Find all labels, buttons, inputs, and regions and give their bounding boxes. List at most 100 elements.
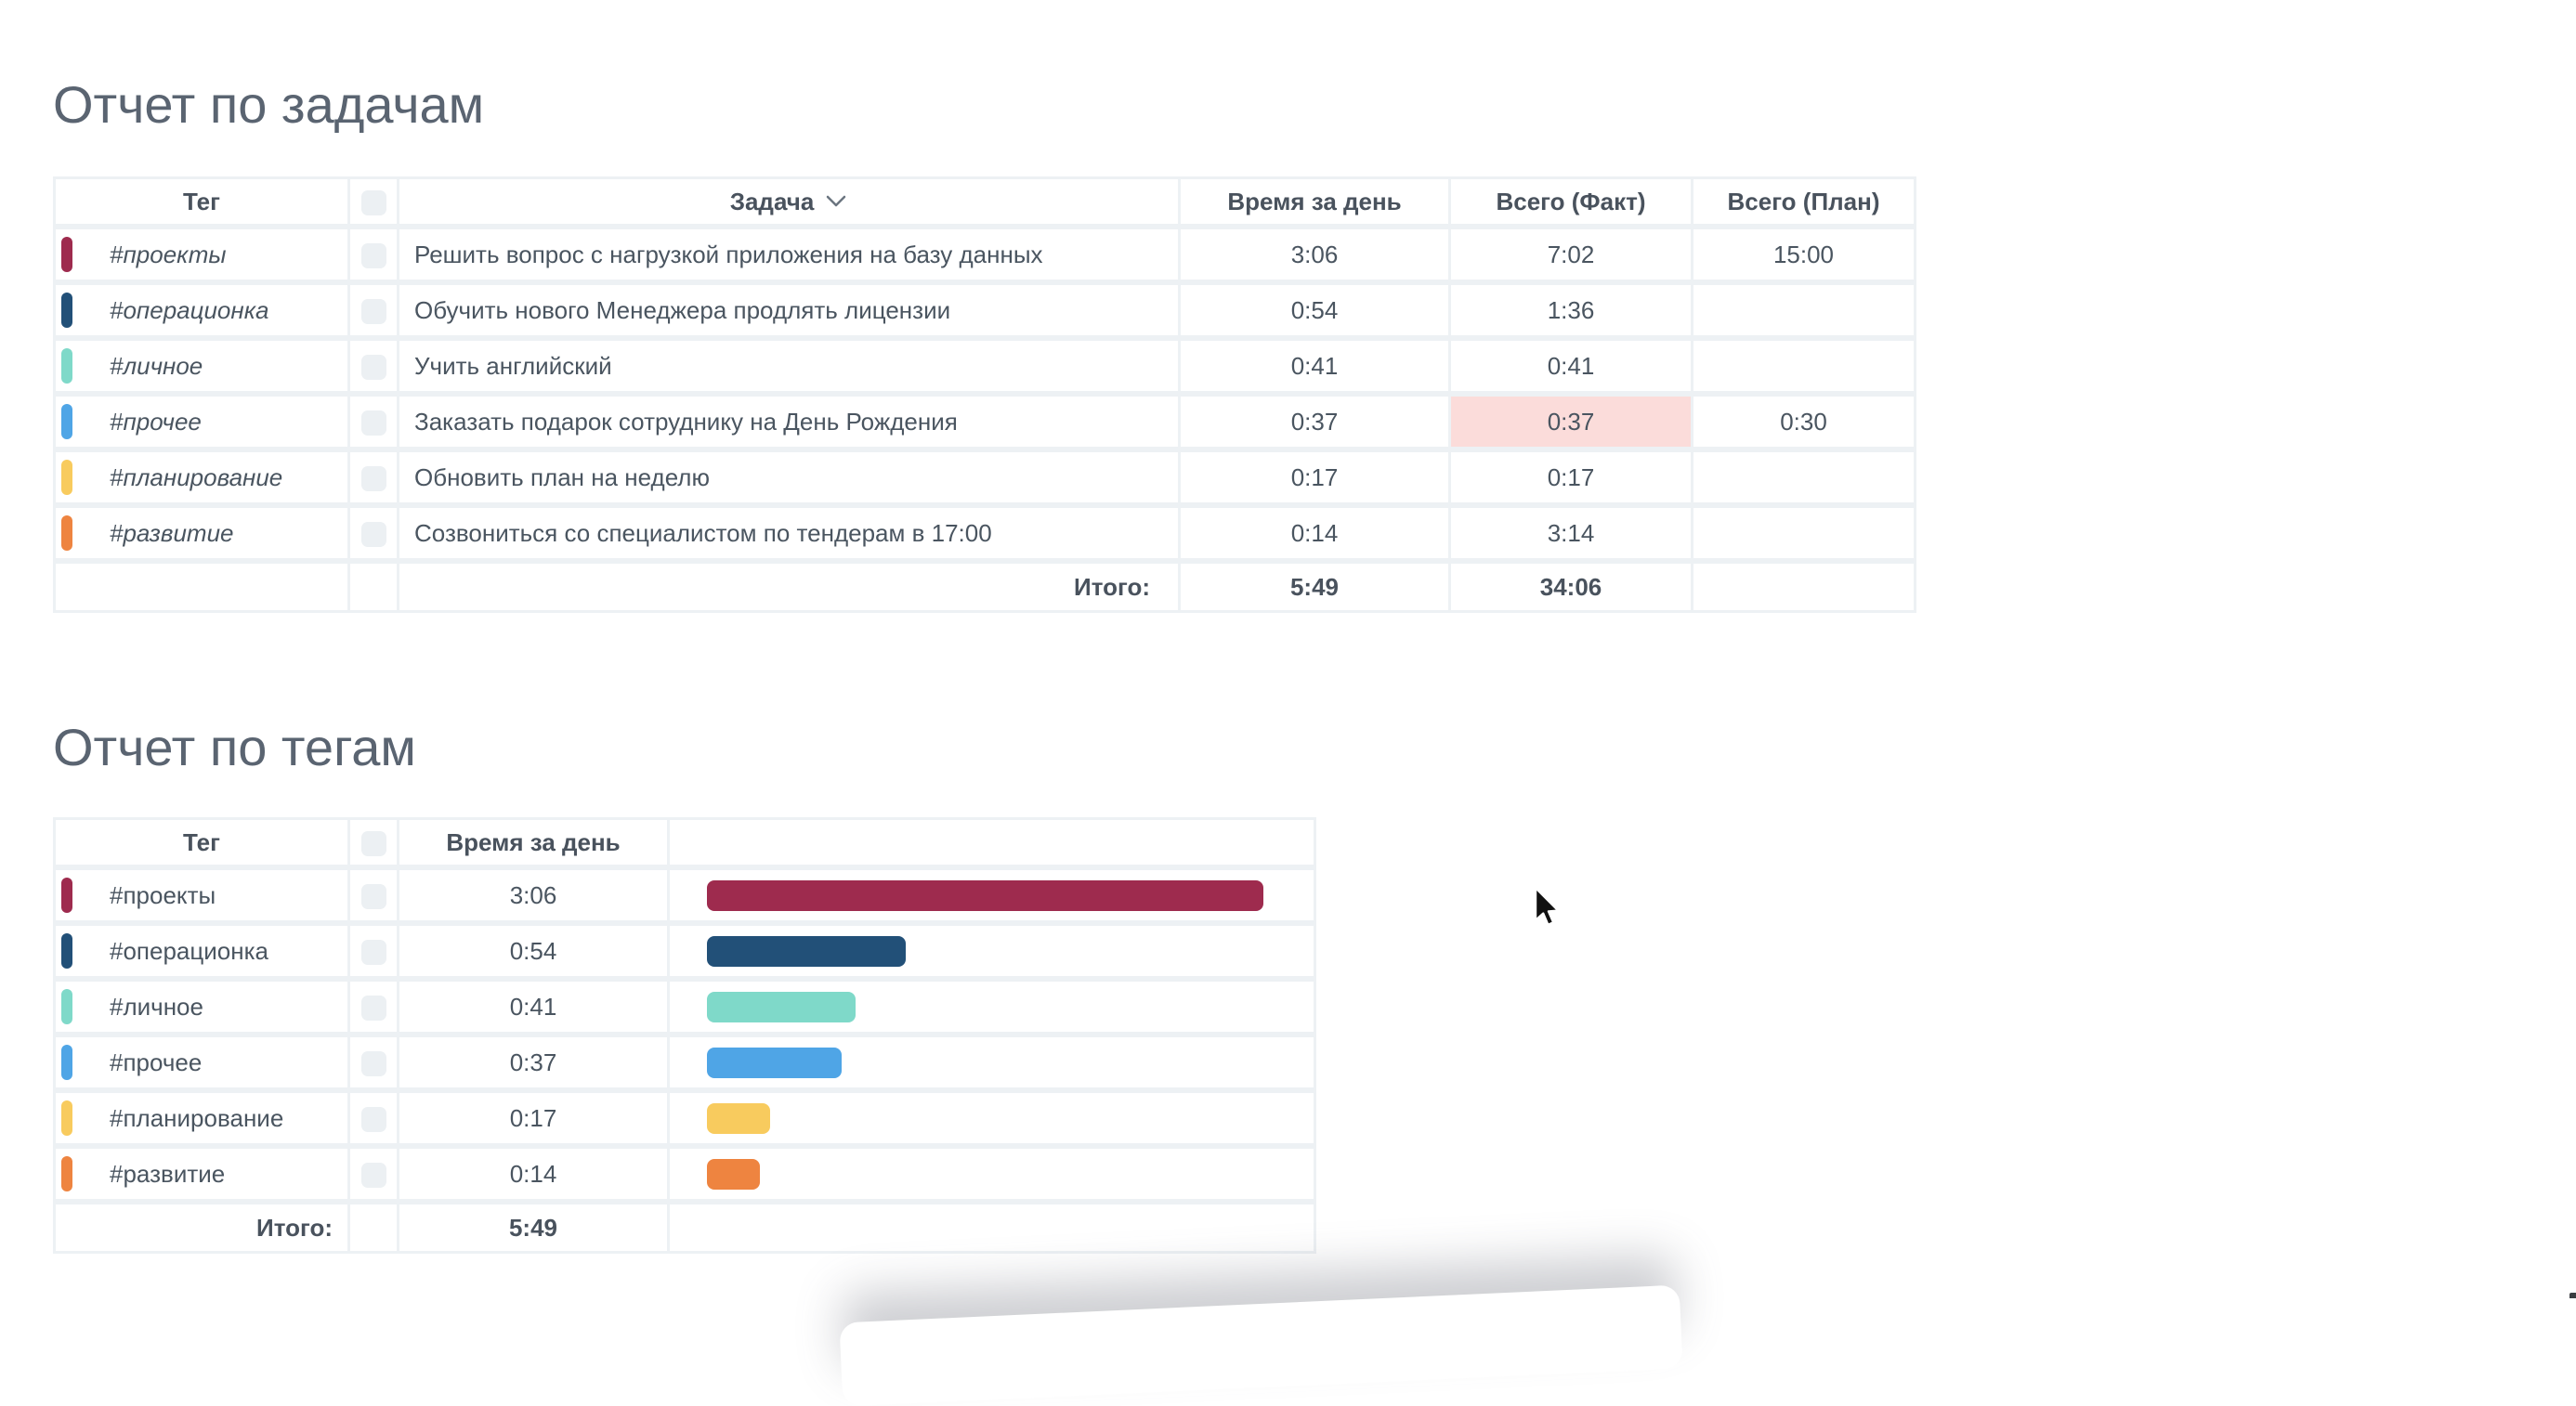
checkbox-cell	[350, 1037, 399, 1093]
tag-label: #операционка	[110, 296, 269, 324]
task-title: Обучить нового Менеджера продлять лиценз…	[399, 285, 1181, 341]
empty-cell	[350, 564, 399, 613]
tag-color-pill	[61, 404, 72, 439]
day-time: 0:41	[1181, 341, 1451, 397]
col-header-total-plan: Всего (План)	[1693, 176, 1916, 229]
checkbox-cell	[350, 982, 399, 1037]
bar-cell	[670, 926, 1316, 982]
tag-label: #личное	[110, 352, 203, 380]
bar-cell	[670, 870, 1316, 926]
col-header-checkbox	[350, 176, 399, 229]
tag-cell: #планирование	[53, 452, 350, 508]
tag-cell: #проекты	[53, 229, 350, 285]
totals-day: 5:49	[399, 1204, 670, 1254]
row-checkbox[interactable]	[360, 884, 386, 910]
tag-time-bar	[707, 1102, 770, 1134]
tag-row: #проекты 3:06	[53, 870, 1316, 926]
tag-label: #прочее	[110, 1048, 203, 1076]
checkbox-cell	[350, 1149, 399, 1204]
day-time: 0:37	[399, 1037, 670, 1093]
day-time: 0:41	[399, 982, 670, 1037]
hidden-bottom-panel-shadow	[839, 1285, 1682, 1406]
tag-color-pill	[61, 237, 72, 272]
task-title: Учить английский	[399, 341, 1181, 397]
tag-cell: #операционка	[53, 926, 350, 982]
day-time: 0:17	[399, 1093, 670, 1149]
empty-cell	[53, 564, 350, 613]
tag-cell: #прочее	[53, 1037, 350, 1093]
tag-label: #проекты	[110, 881, 216, 909]
checkbox-cell	[350, 397, 399, 452]
tag-color-pill	[61, 348, 72, 384]
checkbox-cell	[350, 341, 399, 397]
tag-cell: #прочее	[53, 397, 350, 452]
fact-time: 3:14	[1451, 508, 1693, 564]
tag-label: #развитие	[110, 519, 234, 547]
totals-day: 5:49	[1181, 564, 1451, 613]
day-time: 0:54	[399, 926, 670, 982]
plan-time	[1693, 452, 1916, 508]
tag-color-pill	[61, 460, 72, 495]
tag-time-bar	[707, 1158, 760, 1190]
empty-cell	[1693, 564, 1916, 613]
col-header-tag: Тег	[53, 817, 350, 870]
tags-header-row: Тег Время за день	[53, 817, 1316, 870]
tag-label: #планирование	[110, 463, 283, 491]
fact-time: 0:17	[1451, 452, 1693, 508]
plan-time: 15:00	[1693, 229, 1916, 285]
plan-time	[1693, 285, 1916, 341]
tag-label: #прочее	[110, 408, 202, 436]
checkbox-cell	[350, 1093, 399, 1149]
task-title: Обновить план на неделю	[399, 452, 1181, 508]
tag-color-pill	[61, 1100, 72, 1136]
row-checkbox[interactable]	[360, 243, 386, 269]
row-checkbox[interactable]	[360, 1051, 386, 1077]
tag-row: #развитие 0:14	[53, 1149, 1316, 1204]
task-row: #личное Учить английский 0:41 0:41	[53, 341, 1916, 397]
empty-cell	[670, 1204, 1316, 1254]
checkbox-cell	[350, 508, 399, 564]
plan-time	[1693, 508, 1916, 564]
day-time: 0:14	[399, 1149, 670, 1204]
col-header-day: Время за день	[399, 817, 670, 870]
row-checkbox[interactable]	[360, 466, 386, 492]
tasks-totals-row: Итого: 5:49 34:06	[53, 564, 1916, 613]
row-checkbox[interactable]	[360, 410, 386, 436]
row-checkbox[interactable]	[360, 299, 386, 325]
tag-label: #личное	[110, 993, 203, 1021]
col-header-task[interactable]: Задача	[399, 176, 1181, 229]
row-checkbox[interactable]	[360, 940, 386, 966]
tag-label: #планирование	[110, 1104, 284, 1132]
checkbox-cell	[350, 452, 399, 508]
day-time: 0:17	[1181, 452, 1451, 508]
row-checkbox[interactable]	[360, 996, 386, 1022]
empty-cell	[350, 1204, 399, 1254]
col-header-checkbox	[350, 817, 399, 870]
tasks-report-title: Отчет по задачам	[53, 75, 485, 134]
plan-time: 0:30	[1693, 397, 1916, 452]
checkbox-cell	[350, 926, 399, 982]
tag-row: #личное 0:41	[53, 982, 1316, 1037]
tag-color-pill	[61, 1045, 72, 1080]
task-row: #развитие Созвониться со специалистом по…	[53, 508, 1916, 564]
tag-cell: #развитие	[53, 1149, 350, 1204]
sort-chevron-down-icon	[827, 195, 846, 207]
tag-color-pill	[61, 515, 72, 551]
row-checkbox[interactable]	[360, 1107, 386, 1133]
row-checkbox[interactable]	[360, 522, 386, 548]
tag-color-pill	[61, 293, 72, 328]
report-page: Отчет по задачам Тег Задача Время за ден…	[53, 0, 1916, 1254]
tasks-table: Тег Задача Время за день Всего (Факт) Вс…	[53, 176, 1916, 613]
task-row: #операционка Обучить нового Менеджера пр…	[53, 285, 1916, 341]
select-all-checkbox[interactable]	[360, 190, 386, 216]
tag-time-bar	[707, 1047, 842, 1078]
tag-cell: #личное	[53, 982, 350, 1037]
fact-time: 1:36	[1451, 285, 1693, 341]
scrollbar-corner-mark	[2569, 1293, 2576, 1298]
tag-time-bar	[707, 879, 1263, 911]
bar-cell	[670, 1093, 1316, 1149]
row-checkbox[interactable]	[360, 1163, 386, 1189]
select-all-checkbox[interactable]	[360, 831, 386, 857]
row-checkbox[interactable]	[360, 355, 386, 381]
tag-label: #развитие	[110, 1160, 226, 1188]
